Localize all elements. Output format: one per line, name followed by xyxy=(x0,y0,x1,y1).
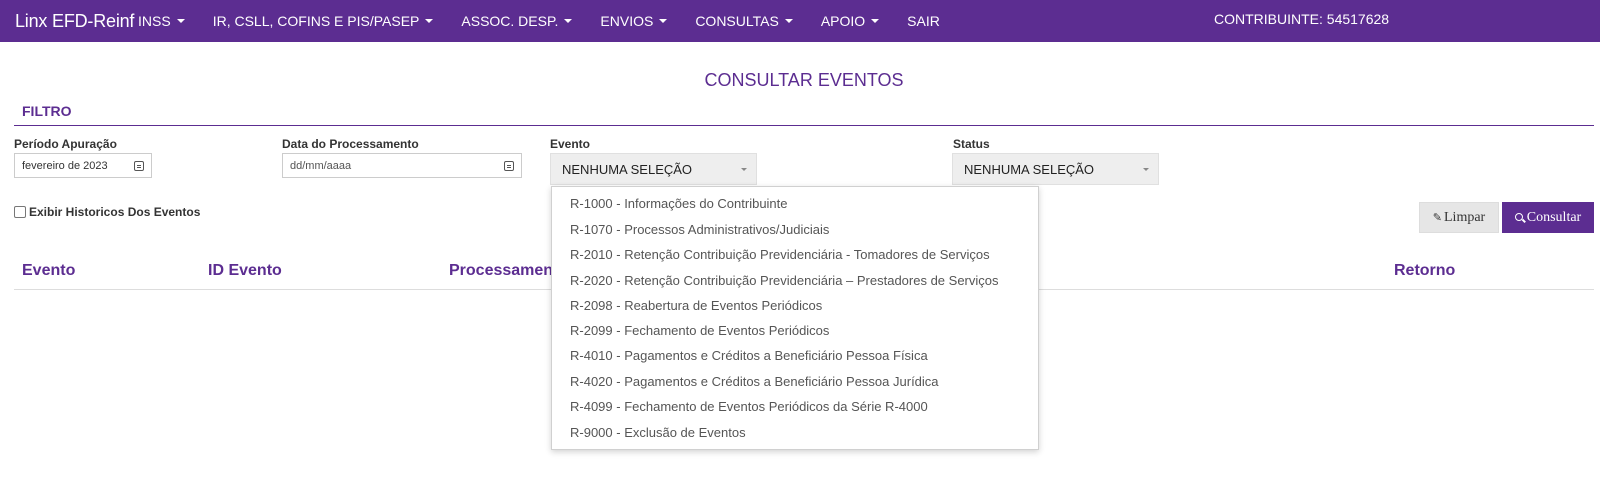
nav-sair[interactable]: SAIR xyxy=(907,13,940,29)
nav-ir-csll-label: IR, CSLL, COFINS E PIS/PASEP xyxy=(212,13,420,29)
status-select-value: NENHUMA SELEÇÃO xyxy=(964,161,1095,177)
nav-sair-label: SAIR xyxy=(907,13,940,29)
historico-checkbox-row[interactable]: Exibir Historicos Dos Eventos xyxy=(14,205,200,219)
periodo-input[interactable]: fevereiro de 2023 xyxy=(14,153,152,178)
caret-down-icon xyxy=(176,19,185,23)
consultar-button[interactable]: Consultar xyxy=(1502,202,1594,233)
calendar-icon[interactable] xyxy=(134,161,144,171)
caret-down-icon xyxy=(741,168,747,171)
dropdown-option-r1070[interactable]: R-1070 - Processos Administrativos/Judic… xyxy=(570,222,829,237)
calendar-icon[interactable] xyxy=(504,161,514,171)
status-select[interactable]: NENHUMA SELEÇÃO xyxy=(952,153,1159,185)
limpar-label: Limpar xyxy=(1444,209,1486,225)
dropdown-option-r1000[interactable]: R-1000 - Informações do Contribuinte xyxy=(570,196,788,211)
historico-label: Exibir Historicos Dos Eventos xyxy=(29,205,201,219)
page-title: CONSULTAR EVENTOS xyxy=(0,70,1600,91)
dropdown-option-r9000[interactable]: R-9000 - Exclusão de Eventos xyxy=(570,425,746,440)
column-header-evento: Evento xyxy=(22,262,76,279)
dropdown-option-r2020[interactable]: R-2020 - Retenção Contribuição Previdenc… xyxy=(570,273,999,288)
periodo-value: fevereiro de 2023 xyxy=(22,159,108,172)
nav-consultas[interactable]: CONSULTAS xyxy=(695,13,793,29)
nav-ir-csll[interactable]: IR, CSLL, COFINS E PIS/PASEP xyxy=(213,13,434,29)
column-header-id-evento: ID Evento xyxy=(208,262,282,279)
caret-down-icon xyxy=(425,19,434,23)
processamento-input[interactable]: dd/mm/aaaa xyxy=(282,153,522,178)
evento-dropdown-list: R-1000 - Informações do Contribuinte R-1… xyxy=(551,186,1039,450)
limpar-button[interactable]: ✎ Limpar xyxy=(1419,202,1499,233)
evento-label: Evento xyxy=(550,137,591,151)
dropdown-option-r4099[interactable]: R-4099 - Fechamento de Eventos Periódico… xyxy=(570,399,928,414)
status-label: Status xyxy=(953,137,990,151)
nav-assoc-desp-label: ASSOC. DESP. xyxy=(461,13,559,29)
caret-down-icon xyxy=(564,19,573,23)
dropdown-option-r2099[interactable]: R-2099 - Fechamento de Eventos Periódico… xyxy=(570,323,829,338)
caret-down-icon xyxy=(784,19,793,23)
dropdown-option-r4020[interactable]: R-4020 - Pagamentos e Créditos a Benefic… xyxy=(570,374,939,389)
caret-down-icon xyxy=(1143,168,1149,171)
page-title-text: CONSULTAR EVENTOS xyxy=(704,70,904,90)
nav-assoc-desp[interactable]: ASSOC. DESP. xyxy=(461,13,573,29)
periodo-label: Período Apuração xyxy=(14,137,117,151)
nav-apoio[interactable]: APOIO xyxy=(820,13,880,29)
caret-down-icon xyxy=(659,19,668,23)
contribuinte-label: CONTRIBUINTE: 54517628 xyxy=(1214,11,1390,27)
nav-inss[interactable]: INSS xyxy=(138,13,185,29)
pencil-icon: ✎ xyxy=(1432,212,1442,224)
historico-checkbox[interactable] xyxy=(14,206,26,218)
top-navbar: Linx EFD-Reinf INSS IR, CSLL, COFINS E P… xyxy=(0,0,1600,42)
dropdown-option-r2010[interactable]: R-2010 - Retenção Contribuição Previdenc… xyxy=(570,247,990,262)
consultar-label: Consultar xyxy=(1526,209,1582,225)
evento-select-value: NENHUMA SELEÇÃO xyxy=(562,161,693,177)
nav-envios-label: ENVIOS xyxy=(600,13,654,29)
evento-select[interactable]: NENHUMA SELEÇÃO xyxy=(550,153,757,185)
caret-down-icon xyxy=(871,19,880,23)
app-brand[interactable]: Linx EFD-Reinf xyxy=(0,11,138,32)
search-icon xyxy=(1514,212,1523,221)
nav-envios[interactable]: ENVIOS xyxy=(600,13,668,29)
processamento-label: Data do Processamento xyxy=(282,137,419,151)
dropdown-option-r4010[interactable]: R-4010 - Pagamentos e Créditos a Benefic… xyxy=(570,348,928,363)
nav-inss-label: INSS xyxy=(138,13,171,29)
nav-consultas-label: CONSULTAS xyxy=(695,13,779,29)
dropdown-option-r2098[interactable]: R-2098 - Reabertura de Eventos Periódico… xyxy=(570,298,822,313)
section-divider xyxy=(14,125,1594,126)
column-header-retorno: Retorno xyxy=(1394,262,1456,279)
nav-apoio-label: APOIO xyxy=(820,13,866,29)
section-title-filtro: FILTRO xyxy=(22,103,72,119)
processamento-placeholder: dd/mm/aaaa xyxy=(290,159,352,172)
